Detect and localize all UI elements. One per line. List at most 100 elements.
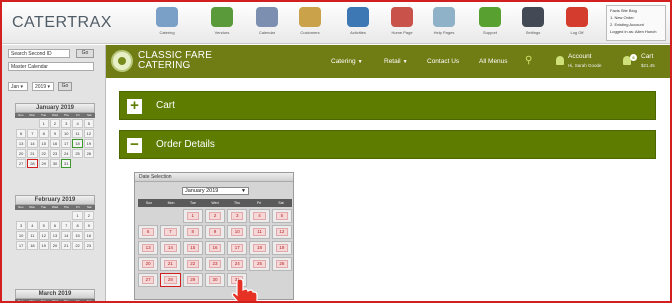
date-cell[interactable]: 11 — [249, 225, 270, 239]
nav-retail[interactable]: Retail ▼ — [384, 58, 408, 65]
date-cell[interactable]: 17 — [227, 241, 248, 255]
calendar-select[interactable]: Master Calendar — [8, 62, 94, 71]
toolbar-vendors-button[interactable]: Vendors — [202, 6, 242, 42]
mini-calendar-day[interactable]: 11 — [27, 231, 38, 240]
mini-calendar-day[interactable]: 12 — [38, 231, 49, 240]
mini-calendar-day[interactable]: 7 — [61, 221, 72, 230]
date-cell[interactable]: 22 — [182, 257, 203, 271]
date-cell[interactable]: 24 — [227, 257, 248, 271]
mini-calendar-day[interactable]: 3 — [61, 119, 72, 128]
mini-calendar-day[interactable]: 5 — [83, 119, 94, 128]
mini-calendar-day[interactable]: 13 — [49, 231, 61, 240]
cart-link[interactable]: Cart — [641, 53, 653, 60]
mini-calendar-day[interactable]: 20 — [16, 149, 27, 158]
mini-calendar-day[interactable]: 6 — [49, 221, 61, 230]
mini-calendar-day[interactable]: 10 — [61, 129, 72, 138]
order-details-section-bar[interactable]: − Order Details — [119, 130, 656, 159]
toolbar-customers-button[interactable]: Customers — [290, 6, 330, 42]
mini-calendar-day[interactable]: 29 — [38, 159, 49, 168]
mini-calendar-day[interactable]: 31 — [61, 159, 72, 168]
brand-logo-icon[interactable] — [111, 50, 133, 72]
date-cell[interactable]: 14 — [160, 241, 181, 255]
mini-calendar-day[interactable]: 10 — [16, 231, 27, 240]
month-select[interactable]: Jan ▾ — [8, 82, 28, 91]
account-link[interactable]: Account — [568, 53, 592, 60]
mini-calendar-day[interactable]: 13 — [16, 139, 27, 148]
toolbar-home-page-button[interactable]: Home Page — [382, 6, 422, 42]
toolbar-activities-button[interactable]: Activities — [338, 6, 378, 42]
date-cell[interactable]: 23 — [204, 257, 226, 271]
search-icon[interactable]: ⚲ — [525, 55, 532, 66]
date-cell[interactable]: 2 — [204, 209, 226, 223]
date-cell[interactable]: 3 — [227, 209, 248, 223]
mini-calendar-day[interactable]: 17 — [16, 241, 27, 250]
date-cell[interactable]: 18 — [249, 241, 270, 255]
mini-calendar-day[interactable]: 30 — [49, 159, 61, 168]
mini-calendar-day[interactable]: 12 — [83, 129, 94, 138]
toolbar-calendar-button[interactable]: Calendar — [247, 6, 287, 42]
mini-calendar-day[interactable]: 20 — [49, 241, 61, 250]
mini-calendar-day[interactable]: 28 — [27, 159, 38, 168]
date-cell[interactable]: 9 — [204, 225, 226, 239]
date-cell[interactable]: 15 — [182, 241, 203, 255]
toolbar-settings-button[interactable]: Settings — [513, 6, 553, 42]
mini-calendar-day[interactable]: 9 — [83, 221, 94, 230]
mini-calendar-day[interactable]: 9 — [49, 129, 61, 138]
date-cell[interactable]: 25 — [249, 257, 270, 271]
mini-calendar-day[interactable]: 5 — [38, 221, 49, 230]
mini-calendar-day[interactable]: 22 — [38, 149, 49, 158]
account-icon[interactable] — [556, 56, 564, 65]
toolbar-log-off-button[interactable]: Log Off — [557, 6, 597, 42]
date-cell[interactable]: 26 — [271, 257, 292, 271]
mini-calendar-day[interactable]: 7 — [27, 129, 38, 138]
date-cell[interactable]: 12 — [271, 225, 292, 239]
collapse-icon[interactable]: − — [127, 137, 142, 153]
search-go-button[interactable]: Go — [76, 49, 94, 58]
mini-calendar-day[interactable]: 14 — [61, 231, 72, 240]
month-year-select[interactable]: January 2019 ▼ — [182, 187, 249, 195]
mini-calendar-day[interactable]: 16 — [49, 139, 61, 148]
date-cell[interactable]: 5 — [271, 209, 292, 223]
nav-all-menus[interactable]: All Menus — [479, 58, 508, 65]
mini-calendar-day[interactable]: 21 — [61, 241, 72, 250]
date-cell[interactable]: 21 — [160, 257, 181, 271]
mini-calendar-day[interactable]: 22 — [72, 241, 83, 250]
mini-calendar-day[interactable]: 19 — [83, 139, 94, 148]
mini-calendar-day[interactable]: 3 — [16, 221, 27, 230]
cart-section-bar[interactable]: + Cart — [119, 91, 656, 120]
mini-calendar-day[interactable]: 23 — [49, 149, 61, 158]
mini-calendar-day[interactable]: 27 — [16, 159, 27, 168]
quick-link-existing-account[interactable]: 2. Existing Account — [610, 21, 662, 28]
mini-calendar-day[interactable]: 23 — [83, 241, 94, 250]
mini-calendar-day[interactable]: 2 — [49, 119, 61, 128]
date-cell[interactable]: 13 — [138, 241, 159, 255]
date-cell[interactable]: 28 — [160, 273, 181, 287]
nav-contact-us[interactable]: Contact Us — [427, 58, 459, 65]
mini-calendar-day[interactable]: 14 — [27, 139, 38, 148]
toolbar-help-pages-button[interactable]: Help Pages — [424, 6, 464, 42]
mini-calendar-day[interactable]: 15 — [72, 231, 83, 240]
mini-calendar-day[interactable]: 25 — [72, 149, 83, 158]
mini-calendar-day[interactable]: 1 — [72, 211, 83, 220]
date-cell[interactable]: 27 — [138, 273, 159, 287]
mini-calendar-day[interactable]: 18 — [27, 241, 38, 250]
date-cell[interactable]: 29 — [182, 273, 203, 287]
toolbar-support-button[interactable]: Support — [470, 6, 510, 42]
expand-icon[interactable]: + — [127, 98, 142, 114]
mini-calendar-day[interactable]: 4 — [72, 119, 83, 128]
mini-calendar-day[interactable]: 4 — [27, 221, 38, 230]
date-cell[interactable]: 1 — [182, 209, 203, 223]
mini-calendar-day[interactable]: 1 — [38, 119, 49, 128]
date-cell[interactable]: 16 — [204, 241, 226, 255]
mini-calendar-day[interactable]: 8 — [38, 129, 49, 138]
year-select[interactable]: 2019 ▾ — [32, 82, 54, 91]
date-cell[interactable]: 4 — [249, 209, 270, 223]
date-cell[interactable]: 20 — [138, 257, 159, 271]
mini-calendar-day[interactable]: 19 — [38, 241, 49, 250]
date-cell[interactable]: 10 — [227, 225, 248, 239]
date-cell[interactable]: 6 — [138, 225, 159, 239]
toolbar-catering-button[interactable]: Catering — [147, 6, 187, 42]
mini-calendar-day[interactable]: 6 — [16, 129, 27, 138]
mini-calendar-day[interactable]: 16 — [83, 231, 94, 240]
mini-calendar-day[interactable]: 26 — [83, 149, 94, 158]
